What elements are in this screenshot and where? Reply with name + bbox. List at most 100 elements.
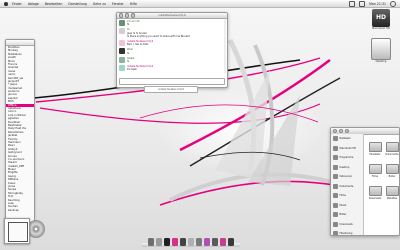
chat-message: nutella-fantasie ICQ-6 Du Gast [117,64,227,72]
folder-label: Filme [371,175,379,178]
chat-message-body: ich von 21: hi [127,20,140,26]
finder-sidebar-item[interactable]: Netzwerk [331,134,363,144]
close-icon[interactable] [332,128,338,134]
share-icon [332,231,338,235]
chat-titlebar[interactable]: nutellafantasie-ICQ-6 [117,13,227,19]
downloads-icon [332,221,338,227]
avatar [119,65,125,72]
zoom-icon[interactable] [344,128,350,134]
finder-window: Netzwerk Macintosh HD Programme Desktop fabi… [330,127,400,236]
avatar [119,40,125,47]
mail-icon[interactable] [179,238,187,246]
menu-hilfe[interactable]: Hilfe [130,2,137,6]
folder-icon [385,164,399,174]
chat-transcript: ich von 21: hi Yo Jpop hi hi bruder Is there… [117,19,227,73]
chat-message-input[interactable] [119,78,225,85]
volume-icon[interactable] [359,1,366,7]
finder-sidebar: Netzwerk Macintosh HD Programme Desktop fabi… [331,134,364,235]
minimize-icon[interactable] [338,128,344,134]
menu-bearbeiten[interactable]: Bearbeiten [45,2,63,6]
chat-message: Gisele hi [117,56,227,64]
finder-sidebar-label: Bilder [339,213,347,217]
finder-sidebar-label: Dokumente [339,184,354,188]
finder-sidebar-label: Programme [339,156,354,160]
finder-sidebar-item[interactable]: Filesharing [331,229,363,236]
menu-fenster[interactable]: Fenster [112,2,124,6]
network-icon [332,136,338,142]
chat-message-body: Yo Jpop hi hi bruder Is there anything you… [127,28,190,38]
finder-sidebar-item[interactable]: fabioscorp [331,172,363,182]
finder-icon[interactable] [148,238,155,246]
macintosh-hd-drive[interactable]: HD Macintosh HD [366,9,396,30]
folder-item[interactable]: Websites [385,186,399,200]
drive-icon [371,38,391,60]
chat-message-body: nutella-fantasie ICQ-6 Bad :) das is ddds [127,40,153,46]
menu-gehe-zu[interactable]: Gehe zu [93,2,106,6]
finder-sidebar-item[interactable]: Macintosh HD [331,144,363,154]
avatar [119,48,125,55]
folder-label: Bilder [388,175,396,178]
avatar [119,56,125,63]
finder-sidebar-item[interactable]: Desktop [331,163,363,173]
folder-item[interactable]: Musikstar [368,142,382,156]
spotlight-icon[interactable] [390,1,396,7]
folder-item[interactable]: Downloads [368,186,382,200]
pen-icon[interactable] [227,238,235,246]
safari-icon[interactable] [195,238,203,246]
finder-sidebar-item[interactable]: Dokumente [331,182,363,192]
folder-icon [385,186,399,196]
folder-icon[interactable] [211,238,219,246]
menu-ablage[interactable]: Ablage [28,2,39,6]
photos-icon[interactable] [203,238,211,246]
chat-scrollbar[interactable] [224,19,226,74]
apps-icon [332,155,338,161]
finder-sidebar-label: Filesharing [339,232,353,236]
buddy-list-item[interactable]: benkrap [6,209,34,212]
drive-label: Desktop [375,60,387,63]
gear-icon[interactable] [219,238,227,246]
chat-message-text: hi [127,60,130,64]
menu-finder[interactable]: Finder [12,2,22,6]
folder-label: Dokumente [385,153,399,156]
folder-icon [385,142,399,152]
chat-message-text: hi [127,23,130,27]
menubar-clock[interactable]: Mon 21:31 [369,2,386,6]
wifi-icon[interactable] [349,1,356,7]
ichat-icon[interactable] [187,238,195,246]
folder-item[interactable]: Filme [368,164,382,178]
documents-icon [332,183,338,189]
chat-window: nutellafantasie-ICQ-6 ich von 21: hi Yo Jpo… [116,12,228,88]
folder-icon [368,186,382,196]
chat-message-body: Gisele hi [127,57,134,63]
desktop-drive[interactable]: Desktop [366,38,396,63]
chat-message-text: Is there anything you want to share with… [127,34,191,38]
player-icon[interactable] [163,238,171,246]
finder-sidebar-item[interactable]: Musik [331,201,363,211]
dock [148,236,235,246]
menu-extras: Mon 21:31 [349,1,396,7]
apple-menu-icon[interactable] [4,1,8,6]
finder-sidebar-item[interactable]: Bilder [331,210,363,220]
drive-label: Macintosh HD [372,27,390,30]
chat-message: nutella-fantasie ICQ-6 Bad :) das is ddds [117,39,227,47]
folder-label: Websites [386,197,398,200]
desktop-icon [332,164,338,170]
chat-message-text: hi [127,51,130,55]
chat-status-tab[interactable]: nutella-fantasie ICQ-6 [144,86,198,93]
music-icon[interactable] [171,238,179,246]
finder-sidebar-item[interactable]: Filme [331,191,363,201]
finder-sidebar-label: Musik [339,203,347,207]
menu-darstellung[interactable]: Darstellung [68,2,86,6]
pictures-icon [332,212,338,218]
home-icon [332,174,338,180]
finder-sidebar-item[interactable]: Downloads [331,220,363,230]
buddy-list: Buddies Monkey Nutellavon pixelfr Miniv Franc… [6,46,34,212]
folder-item[interactable]: Bilder [385,164,399,178]
finder-sidebar-item[interactable]: Programme [331,153,363,163]
finder-sidebar-label: Downloads [339,222,353,226]
chat-message-body: nutella-fantasie ICQ-6 Du Gast [127,65,153,71]
preview-image [8,222,28,242]
folder-item[interactable]: Dokumente [385,142,399,156]
preview-widget[interactable] [4,218,30,244]
trash-icon[interactable] [155,238,163,246]
